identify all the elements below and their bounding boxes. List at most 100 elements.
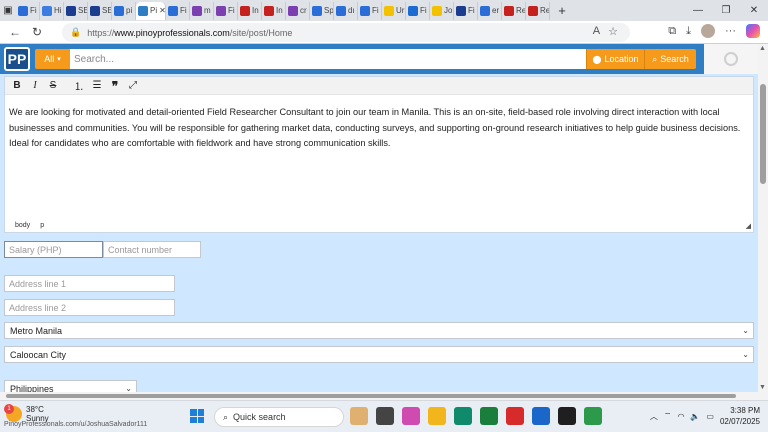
taskbar-app-icon[interactable] [376, 407, 394, 425]
location-button[interactable]: ⬤ Location [586, 49, 644, 69]
taskbar-app-icon[interactable] [480, 407, 498, 425]
tab-favicon-icon [168, 5, 178, 16]
header-user-area[interactable] [704, 44, 758, 74]
windows-start-icon[interactable] [190, 409, 204, 423]
battery-icon[interactable]: ▭ [706, 412, 714, 421]
browser-tab[interactable]: dı [334, 1, 358, 20]
refresh-icon[interactable]: ↻ [26, 25, 48, 39]
wifi-icon[interactable]: ◠ [677, 412, 684, 421]
browser-tab[interactable]: Fi [358, 1, 382, 20]
copilot-icon[interactable] [746, 24, 760, 38]
minimize-icon[interactable]: — [684, 0, 712, 21]
horizontal-scrollbar[interactable] [0, 392, 768, 400]
tab-label: Re [540, 6, 550, 15]
scroll-up-icon[interactable]: ▲ [759, 45, 766, 52]
bold-button[interactable]: B [9, 79, 25, 93]
browser-tab[interactable]: SE [88, 1, 112, 20]
fullscreen-icon[interactable]: ⤢ [125, 79, 141, 93]
browser-tab[interactable]: In [262, 1, 286, 20]
browser-tab[interactable]: Fi [454, 1, 478, 20]
taskbar-app-icon[interactable] [454, 407, 472, 425]
address-line-1-input[interactable] [4, 275, 175, 292]
taskbar-app-icon[interactable] [428, 407, 446, 425]
unordered-list-icon[interactable]: ☰ [89, 79, 105, 93]
strikethrough-button[interactable]: S [45, 79, 61, 93]
close-window-icon[interactable]: ✕ [740, 0, 768, 21]
site-search-input[interactable] [70, 49, 586, 69]
read-aloud-icon[interactable]: A [593, 25, 600, 38]
taskbar-app-icon[interactable] [350, 407, 368, 425]
chevron-up-icon[interactable]: ︿ [650, 411, 658, 422]
resize-grip-icon[interactable]: ◢ [746, 222, 751, 230]
taskbar-app-icon[interactable] [402, 407, 420, 425]
browser-tab[interactable]: Fi [214, 1, 238, 20]
status-path-p[interactable]: p [40, 222, 44, 229]
browser-tab[interactable]: Fi [166, 1, 190, 20]
editor-content[interactable]: We are looking for motivated and detail-… [5, 95, 753, 217]
tab-label: SE [102, 6, 112, 15]
browser-tab[interactable]: Re [502, 1, 526, 20]
close-tab-icon[interactable]: ✕ [159, 6, 165, 15]
taskbar-search[interactable]: ⌕ Quick search [214, 407, 344, 427]
taskbar-app-icon[interactable] [584, 407, 602, 425]
tab-label: cr [300, 6, 307, 15]
back-icon[interactable]: ← [4, 25, 26, 39]
browser-tab[interactable]: Hi [40, 1, 64, 20]
vertical-scrollbar[interactable]: ▲ ▼ [758, 44, 768, 392]
browser-tab[interactable]: pi [112, 1, 136, 20]
category-all-button[interactable]: All ▾ [35, 49, 70, 69]
editor-status-bar: body p ◢ [5, 218, 753, 232]
site-logo[interactable]: PP [4, 47, 30, 71]
new-tab-icon[interactable]: + [554, 3, 570, 19]
browser-tab[interactable]: Fi [16, 1, 40, 20]
salary-input[interactable] [4, 241, 103, 258]
network-icon[interactable]: ⌔ [664, 411, 672, 421]
clock[interactable]: 3:38 PM 02/07/2025 [720, 405, 760, 427]
temperature: 38°C [26, 405, 44, 414]
browser-tab[interactable]: cr [286, 1, 310, 20]
browser-tab[interactable]: m [190, 1, 214, 20]
taskbar-app-icon[interactable] [558, 407, 576, 425]
tab-favicon-icon [66, 5, 76, 16]
collections-icon[interactable]: ⧉ [668, 25, 676, 38]
country-select[interactable]: Philippines ⌄ [4, 380, 137, 392]
address-line-2-input[interactable] [4, 299, 175, 316]
tab-actions-icon[interactable]: ▣ [0, 3, 16, 19]
ordered-list-icon[interactable]: ⒈ [71, 79, 87, 93]
browser-tab[interactable]: er [478, 1, 502, 20]
profile-avatar[interactable] [701, 24, 715, 38]
restore-icon[interactable]: ❐ [712, 0, 740, 21]
browser-tab[interactable]: Pi ✕ [136, 1, 166, 20]
search-icon: ⌕ [223, 411, 229, 422]
taskbar-app-icon[interactable] [532, 407, 550, 425]
scroll-down-icon[interactable]: ▼ [759, 384, 766, 391]
browser-tab[interactable]: Re [526, 1, 550, 20]
taskbar-app-icon[interactable] [506, 407, 524, 425]
tab-label: Fi [420, 6, 427, 15]
city-select[interactable]: Caloocan City ⌄ [4, 346, 754, 363]
region-select[interactable]: Metro Manila ⌄ [4, 322, 754, 339]
favorite-star-icon[interactable]: ☆ [608, 25, 618, 38]
browser-tab[interactable]: SE [64, 1, 88, 20]
region-value: Metro Manila [10, 325, 63, 336]
contact-number-input[interactable] [103, 241, 201, 258]
volume-icon[interactable]: 🔈 [690, 412, 700, 421]
browser-tab[interactable]: Fi [406, 1, 430, 20]
url-actions: A ☆ [593, 25, 618, 38]
tab-label: Hi [54, 6, 62, 15]
horizontal-scroll-thumb[interactable] [6, 394, 736, 398]
browser-tab[interactable]: Ur [382, 1, 406, 20]
quote-icon[interactable]: ❞ [107, 79, 123, 93]
more-menu-icon[interactable]: ··· [725, 25, 736, 37]
url-field[interactable]: 🔒 https:// www.pinoyprofessionals.com /s… [62, 23, 630, 42]
status-path-body[interactable]: body [15, 222, 30, 229]
italic-button[interactable]: I [27, 79, 43, 93]
browser-tab[interactable]: Jo [430, 1, 454, 20]
downloads-icon[interactable]: ⤓ [686, 25, 691, 38]
vertical-scroll-thumb[interactable] [760, 84, 766, 184]
search-button[interactable]: ⌕ Search [644, 49, 696, 69]
taskbar-apps [350, 407, 602, 425]
browser-tab[interactable]: In [238, 1, 262, 20]
tab-label: m [204, 6, 211, 15]
browser-tab[interactable]: Sp [310, 1, 334, 20]
